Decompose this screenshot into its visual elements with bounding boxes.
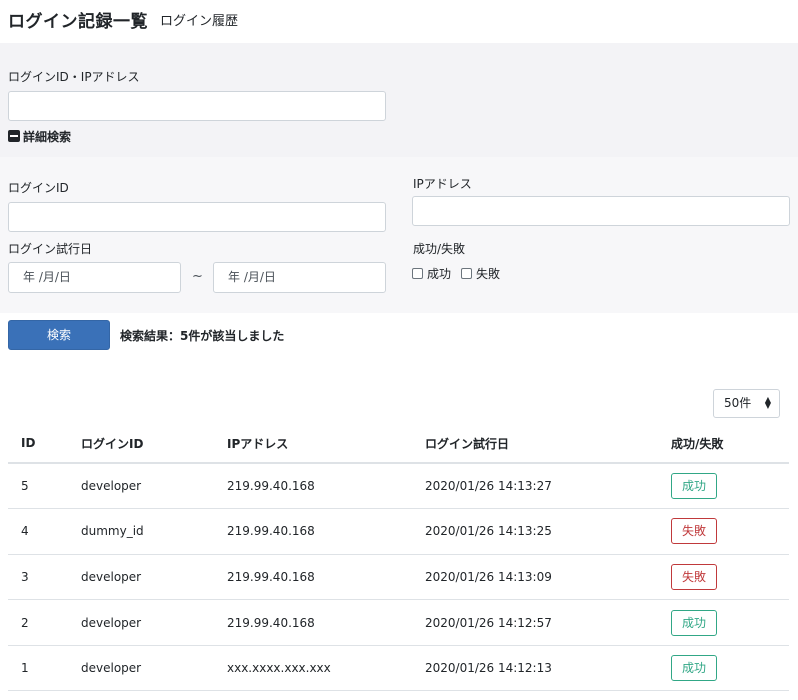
minus-square-icon — [8, 130, 20, 142]
cell-date: 2020/01/26 14:13:25 — [412, 508, 658, 555]
checkbox-icon[interactable] — [412, 268, 423, 279]
result-count-text: 検索結果：5件が該当しました — [120, 329, 285, 343]
cell-date: 2020/01/26 14:12:13 — [412, 645, 658, 692]
cell-date: 2020/01/26 14:13:09 — [412, 554, 658, 601]
status-badge: 失敗 — [671, 518, 717, 545]
column-header-id: ID — [8, 424, 68, 464]
cell-login-id: developer — [68, 463, 214, 510]
main-search-label: ログインID・IPアドレス — [8, 70, 140, 84]
cell-id: 2 — [8, 599, 68, 646]
cell-ip: xxx.xxxx.xxx.xxx — [214, 645, 412, 692]
status-filter-label: 成功/失敗 — [413, 242, 466, 256]
column-header-login-id: ログインID — [68, 424, 214, 464]
cell-status: 成功 — [658, 599, 789, 646]
search-button[interactable]: 検索 — [8, 320, 110, 350]
cell-login-id: developer — [68, 599, 214, 646]
table-header-row: ID ログインID IPアドレス ログイン試行日 成功/失敗 — [8, 424, 789, 464]
success-checkbox[interactable]: 成功 — [412, 265, 451, 282]
cell-login-id: developer — [68, 554, 214, 601]
table-row: 4 dummy_id 219.99.40.168 2020/01/26 14:1… — [8, 508, 789, 555]
page-subtitle: ログイン履歴 — [160, 14, 239, 29]
checkbox-icon[interactable] — [461, 268, 472, 279]
date-from-input[interactable]: 年 /月/日 — [8, 262, 181, 293]
detail-search-label: 詳細検索 — [23, 129, 72, 144]
fail-checkbox-label: 失敗 — [476, 267, 501, 281]
table-row: 3 developer 219.99.40.168 2020/01/26 14:… — [8, 554, 789, 601]
detail-search-toggle[interactable]: 詳細検索 — [8, 128, 71, 144]
ip-address-input[interactable] — [412, 196, 790, 226]
cell-id: 5 — [8, 463, 68, 510]
cell-ip: 219.99.40.168 — [214, 463, 412, 510]
main-search-input[interactable] — [8, 91, 386, 121]
cell-status: 成功 — [658, 463, 789, 510]
status-badge: 成功 — [671, 473, 717, 500]
cell-status: 成功 — [658, 645, 789, 692]
column-header-status: 成功/失敗 — [658, 424, 789, 464]
cell-id: 1 — [8, 645, 68, 692]
table-row: 5 developer 219.99.40.168 2020/01/26 14:… — [8, 463, 789, 510]
fail-checkbox[interactable]: 失敗 — [461, 265, 500, 282]
column-header-date: ログイン試行日 — [412, 424, 658, 464]
column-header-ip: IPアドレス — [214, 424, 412, 464]
cell-login-id: developer — [68, 645, 214, 692]
table-row: 2 developer 219.99.40.168 2020/01/26 14:… — [8, 599, 789, 646]
cell-ip: 219.99.40.168 — [214, 599, 412, 646]
date-label: ログイン試行日 — [8, 242, 93, 256]
cell-date: 2020/01/26 14:13:27 — [412, 463, 658, 510]
cell-id: 3 — [8, 554, 68, 601]
cell-status: 失敗 — [658, 554, 789, 601]
login-id-label: ログインID — [8, 181, 69, 195]
login-id-input[interactable] — [8, 202, 386, 232]
page-header: ログイン記録一覧 ログイン履歴 — [0, 0, 798, 43]
cell-id: 4 — [8, 508, 68, 555]
table-row: 1 developer xxx.xxxx.xxx.xxx 2020/01/26 … — [8, 645, 789, 692]
cell-ip: 219.99.40.168 — [214, 508, 412, 555]
updown-arrows-icon: ▲ ▼ — [764, 395, 771, 410]
login-history-table: ID ログインID IPアドレス ログイン試行日 成功/失敗 5 develop… — [8, 424, 789, 700]
status-badge: 失敗 — [671, 563, 717, 590]
status-badge: 成功 — [671, 655, 717, 682]
date-from-placeholder: 年 /月/日 — [23, 270, 71, 284]
cell-date: 2020/01/26 14:12:57 — [412, 599, 658, 646]
status-badge: 成功 — [671, 609, 717, 636]
date-to-placeholder: 年 /月/日 — [228, 270, 276, 284]
date-to-input[interactable]: 年 /月/日 — [213, 262, 386, 293]
cell-ip: 219.99.40.168 — [214, 554, 412, 601]
ip-address-label: IPアドレス — [413, 177, 472, 191]
per-page-select[interactable]: 50件 ▲ ▼ — [713, 389, 780, 418]
page-title: ログイン記録一覧 — [8, 12, 148, 32]
date-range-separator: ~ — [192, 269, 203, 284]
cell-status: 失敗 — [658, 508, 789, 555]
per-page-value: 50件 — [724, 396, 752, 410]
success-checkbox-label: 成功 — [427, 267, 452, 281]
cell-login-id: dummy_id — [68, 508, 214, 555]
